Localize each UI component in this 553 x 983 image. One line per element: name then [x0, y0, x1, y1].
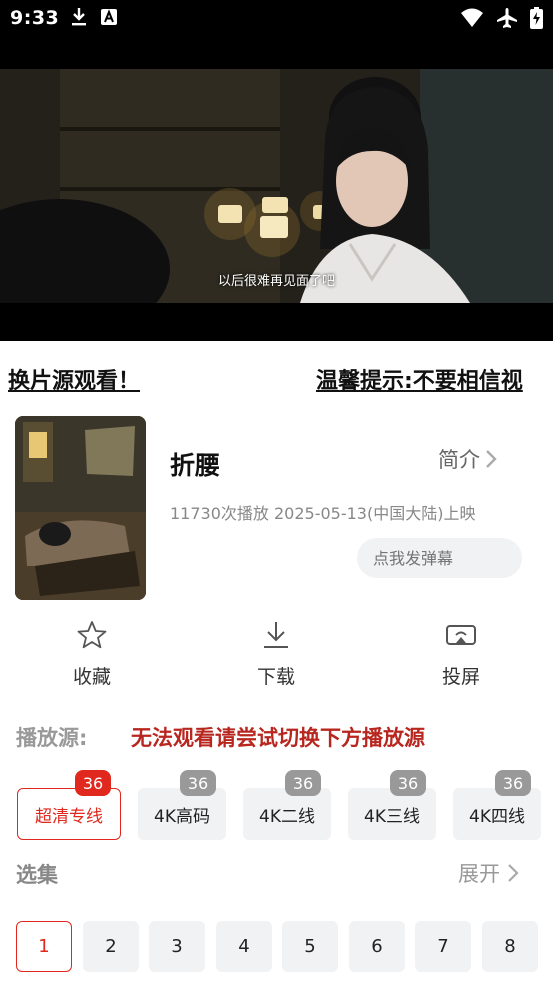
- source-item-label: 4K二线: [259, 806, 315, 827]
- font-a-icon: [101, 9, 117, 25]
- source-label: 播放源:: [16, 726, 88, 750]
- intro-label: 简介: [438, 448, 480, 472]
- video-scene-image: [0, 69, 553, 303]
- episode-item[interactable]: 7: [415, 921, 471, 972]
- marquee-text-right: 温馨提示:不要相信视: [316, 369, 523, 394]
- source-item-label: 4K高码: [154, 806, 210, 827]
- episode-item[interactable]: 6: [349, 921, 405, 972]
- video-player[interactable]: 以后很难再见面了吧: [0, 38, 553, 341]
- episode-item[interactable]: 8: [482, 921, 538, 972]
- source-item[interactable]: 4K二线: [243, 788, 331, 840]
- intro-button[interactable]: 简介: [438, 444, 498, 474]
- marquee-text-left: 换片源观看！: [8, 369, 141, 394]
- poster-image: [15, 416, 146, 600]
- source-count-badge: 36: [285, 770, 321, 796]
- action-bar: 收藏 下载 投屏: [0, 618, 553, 698]
- episode-item[interactable]: 2: [83, 921, 139, 972]
- source-item[interactable]: 超清专线: [17, 788, 121, 840]
- source-item-label: 超清专线: [35, 806, 103, 827]
- download-button[interactable]: 下载: [216, 618, 336, 689]
- episode-item[interactable]: 4: [216, 921, 272, 972]
- episodes-expand-button[interactable]: 展开: [458, 858, 520, 888]
- battery-charging-icon: [530, 7, 543, 29]
- chevron-right-icon: [486, 450, 497, 468]
- video-frame[interactable]: [0, 69, 553, 303]
- danmu-bar: 弹: [357, 538, 522, 578]
- status-bar: 9:33: [0, 0, 553, 38]
- favorite-label: 收藏: [72, 666, 111, 688]
- source-count-badge: 36: [495, 770, 531, 796]
- episode-item[interactable]: 5: [282, 921, 338, 972]
- episode-item[interactable]: 3: [149, 921, 205, 972]
- source-warning: 无法观看请尝试切换下方播放源: [131, 726, 425, 750]
- download-label: 下载: [256, 666, 295, 688]
- favorite-button[interactable]: 收藏: [32, 618, 152, 689]
- expand-label: 展开: [458, 862, 500, 886]
- download-icon: [264, 622, 288, 648]
- source-count-badge: 36: [75, 770, 111, 796]
- notice-marquee: 换片源观看！ 温馨提示:不要相信视: [0, 341, 553, 403]
- cast-label: 投屏: [441, 666, 480, 688]
- download-icon: [72, 8, 86, 26]
- cast-icon: [446, 625, 476, 645]
- source-item[interactable]: 4K四线: [453, 788, 541, 840]
- source-item[interactable]: 4K三线: [348, 788, 436, 840]
- video-poster: [15, 416, 146, 600]
- wifi-icon: [461, 8, 483, 27]
- source-item[interactable]: 4K高码: [138, 788, 226, 840]
- chevron-right-icon: [508, 864, 519, 882]
- video-meta: 11730次播放 2025-05-13(中国大陆)上映: [170, 504, 476, 523]
- status-time: 9:33: [10, 7, 60, 29]
- source-list: 超清专线 36 4K高码 36 4K二线 36 4K三线 36 4K四线 36: [0, 770, 553, 842]
- video-title: 折腰: [170, 451, 221, 480]
- episodes-title: 选集: [16, 863, 58, 887]
- cast-button[interactable]: 投屏: [401, 618, 521, 689]
- source-item-label: 4K三线: [364, 806, 420, 827]
- danmu-input[interactable]: [357, 548, 522, 568]
- airplane-icon: [497, 8, 517, 28]
- star-icon: [77, 621, 107, 649]
- video-subtitle: 以后很难再见面了吧: [217, 274, 335, 289]
- episode-item[interactable]: 1: [16, 921, 72, 972]
- source-count-badge: 36: [390, 770, 426, 796]
- source-item-label: 4K四线: [469, 806, 525, 827]
- source-count-badge: 36: [180, 770, 216, 796]
